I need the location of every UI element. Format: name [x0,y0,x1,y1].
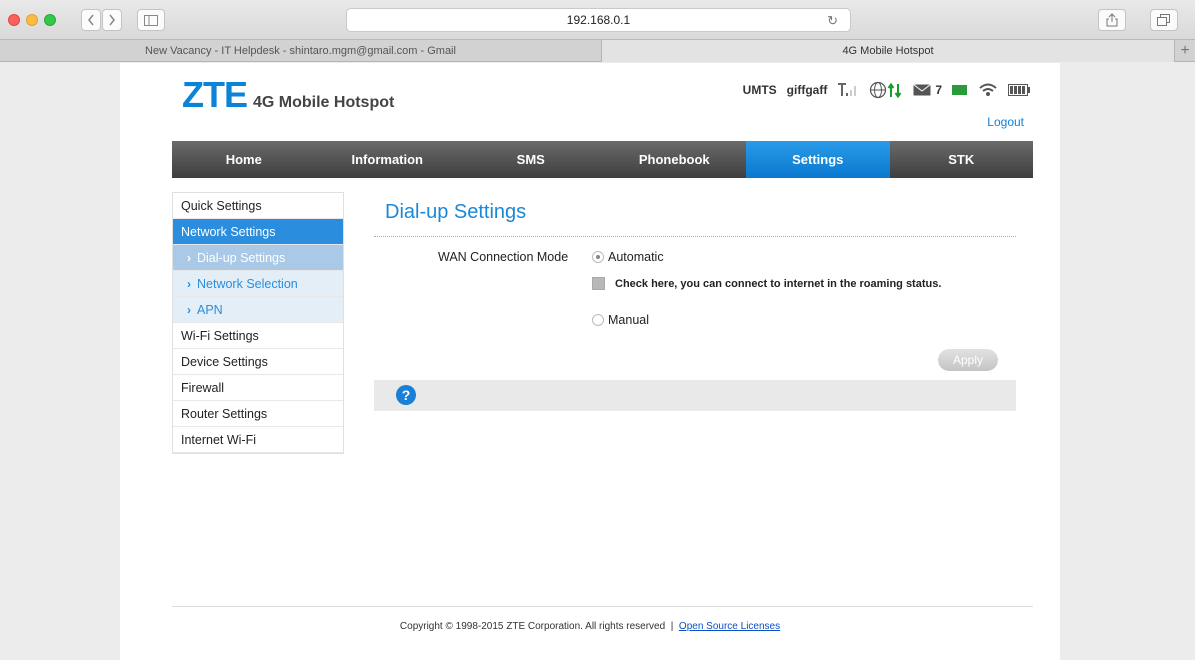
sidebar-item-apn[interactable]: › APN [173,297,343,323]
internet-connected-icon [870,81,902,99]
sidebar-item-label: Network Selection [197,276,298,291]
radio-manual-label: Manual [608,313,649,327]
page-title: Dial-up Settings [385,201,527,223]
sidebar-icon [144,14,158,26]
sidebar-item-wifi-settings[interactable]: Wi-Fi Settings [173,323,343,349]
logout-link[interactable]: Logout [987,115,1024,129]
sidebar-item-firewall[interactable]: Firewall [173,375,343,401]
menu-sms[interactable]: SMS [459,141,603,178]
footer: Copyright © 1998-2015 ZTE Corporation. A… [120,621,1060,632]
logo: ZTE 4G Mobile Hotspot [182,77,394,113]
menu-settings[interactable]: Settings [746,141,890,178]
menu-home[interactable]: Home [172,141,316,178]
sidebar-item-label: Dial-up Settings [197,250,286,265]
sidebar-item-quick-settings[interactable]: Quick Settings [173,193,343,219]
chevron-right-icon: › [187,302,191,317]
chevron-left-icon [88,14,94,26]
sms-count: 7 [935,83,942,97]
tab-hotspot[interactable]: 4G Mobile Hotspot [602,40,1175,62]
tab-gmail[interactable]: New Vacancy - IT Helpdesk - shintaro.mgm… [0,40,602,62]
tab-strip: New Vacancy - IT Helpdesk - shintaro.mgm… [0,40,1195,62]
radio-automatic-label: Automatic [608,250,664,264]
close-window-button[interactable] [8,14,20,26]
menu-phonebook[interactable]: Phonebook [603,141,747,178]
sidebar-item-dial-up-settings[interactable]: › Dial-up Settings [173,245,343,271]
help-icon[interactable]: ? [396,385,416,405]
forward-button[interactable] [102,9,122,31]
radio-manual[interactable]: Manual [592,313,649,327]
reload-icon[interactable]: ↻ [827,13,838,29]
footer-divider [172,606,1033,607]
envelope-icon [913,84,932,96]
sidebar-item-device-settings[interactable]: Device Settings [173,349,343,375]
settings-sidebar: Quick Settings Network Settings › Dial-u… [172,192,344,454]
wan-mode-label-text: WAN Connection Mode [438,250,569,264]
radio-selected-dot [596,255,600,259]
tab-title: New Vacancy - IT Helpdesk - shintaro.mgm… [145,45,456,57]
network-type: UMTS [742,83,777,97]
chevron-right-icon [109,14,115,26]
wan-mode-label: WAN Connection Mode [438,250,568,264]
back-button[interactable] [81,9,101,31]
menu-information[interactable]: Information [316,141,460,178]
chevron-right-icon: › [187,276,191,291]
show-tabs-icon [1157,13,1170,26]
address-bar[interactable]: 192.168.0.1 ↻ [346,8,851,32]
sidebar-item-router-settings[interactable]: Router Settings [173,401,343,427]
new-tab-button[interactable]: + [1175,40,1195,62]
footer-separator: | [670,621,674,632]
carrier-name: giffgaff [786,83,828,97]
status-bar: UMTS giffgaff 7 [733,81,1030,99]
signal-strength-icon [838,83,857,96]
browser-toolbar: 192.168.0.1 ↻ [0,0,1195,40]
zte-logo: ZTE [182,74,248,115]
sidebar-item-network-selection[interactable]: › Network Selection [173,271,343,297]
radio-automatic[interactable]: Automatic [592,250,664,264]
show-tabs-button[interactable] [1150,9,1178,31]
radio-automatic-input[interactable] [592,251,604,263]
share-button[interactable] [1098,9,1126,31]
main-content: Dial-up Settings WAN Connection Mode Aut… [374,192,1016,411]
sms-indicator[interactable]: 7 [913,83,942,97]
roaming-label: Check here, you can connect to internet … [615,277,942,290]
zoom-window-button[interactable] [44,14,56,26]
wifi-icon [979,83,997,96]
minimize-window-button[interactable] [26,14,38,26]
roaming-checkbox[interactable] [592,277,605,290]
share-icon [1106,13,1118,27]
url-text: 192.168.0.1 [566,13,631,27]
chevron-right-icon: › [187,250,191,265]
radio-manual-input[interactable] [592,314,604,326]
open-source-licenses-link[interactable]: Open Source Licenses [679,621,780,632]
help-bar: ? [374,380,1016,411]
copyright-text: Copyright © 1998-2015 ZTE Corporation. A… [399,621,666,632]
roaming-option[interactable]: Check here, you can connect to internet … [592,277,941,290]
tab-title: 4G Mobile Hotspot [842,45,934,57]
menu-stk[interactable]: STK [890,141,1034,178]
web-page: ZTE 4G Mobile Hotspot UMTS giffgaff 7 Lo… [120,63,1060,660]
sidebar-item-network-settings[interactable]: Network Settings [173,219,343,245]
title-divider [374,236,1016,237]
sim-card-icon [952,85,967,95]
battery-icon [1008,84,1030,96]
sidebar-item-internet-wifi[interactable]: Internet Wi-Fi [173,427,343,453]
sidebar-item-label: APN [197,302,223,317]
product-title: 4G Mobile Hotspot [253,94,395,111]
sidebar-toggle-button[interactable] [137,9,165,31]
main-menu: Home Information SMS Phonebook Settings … [172,141,1033,178]
apply-button[interactable]: Apply [938,349,998,371]
